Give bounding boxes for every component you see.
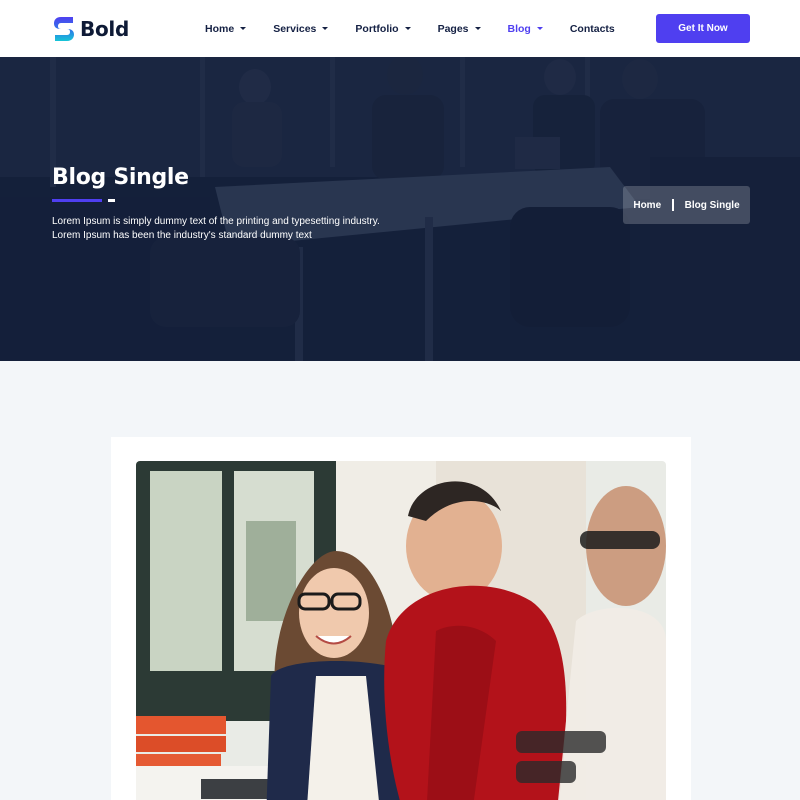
nav-item-label: Portfolio bbox=[355, 22, 399, 35]
page-hero: Blog Single Lorem Ipsum is simply dummy … bbox=[0, 57, 800, 361]
nav-item-services[interactable]: Services bbox=[273, 22, 329, 35]
chevron-down-icon bbox=[474, 27, 481, 30]
nav-item-label: Pages bbox=[437, 22, 469, 35]
nav-item-label: Home bbox=[205, 22, 235, 35]
main-nav: Home Services Portfolio Pages Blog Conta… bbox=[205, 0, 642, 57]
chevron-down-icon bbox=[240, 27, 247, 30]
nav-item-contacts[interactable]: Contacts bbox=[570, 23, 615, 35]
breadcrumb-current: Blog Single bbox=[684, 199, 740, 211]
nav-item-home[interactable]: Home bbox=[205, 22, 247, 35]
site-header: Bold Home Services Portfolio Pages Blog … bbox=[0, 0, 800, 57]
hero-description: Lorem Ipsum is simply dummy text of the … bbox=[52, 215, 412, 242]
hero-description-line: Lorem Ipsum has been the industry's stan… bbox=[52, 229, 312, 241]
breadcrumb: Home Blog Single bbox=[623, 186, 750, 224]
breadcrumb-home-link[interactable]: Home bbox=[633, 200, 661, 211]
nav-item-label: Contacts bbox=[569, 22, 615, 35]
breadcrumb-separator bbox=[672, 199, 674, 211]
get-it-now-button[interactable]: Get It Now bbox=[656, 14, 750, 43]
logo[interactable]: Bold bbox=[53, 14, 129, 44]
title-underline bbox=[52, 199, 412, 202]
nav-item-portfolio[interactable]: Portfolio bbox=[355, 22, 411, 35]
page-title: Blog Single bbox=[52, 165, 189, 190]
nav-item-blog[interactable]: Blog bbox=[508, 23, 543, 35]
nav-item-label: Blog bbox=[507, 22, 531, 35]
blog-post-card bbox=[111, 437, 691, 800]
chevron-down-icon bbox=[404, 27, 411, 30]
s-logo-icon bbox=[54, 17, 74, 41]
hero-content: Blog Single Lorem Ipsum is simply dummy … bbox=[52, 165, 412, 242]
hero-description-line: Lorem Ipsum is simply dummy text of the … bbox=[52, 216, 380, 227]
nav-item-pages[interactable]: Pages bbox=[438, 23, 481, 35]
nav-item-label: Services bbox=[273, 22, 317, 35]
chevron-down-icon bbox=[536, 27, 543, 30]
logo-text: Bold bbox=[80, 17, 129, 41]
blog-post-image[interactable] bbox=[136, 461, 666, 800]
chevron-down-icon bbox=[322, 27, 329, 30]
